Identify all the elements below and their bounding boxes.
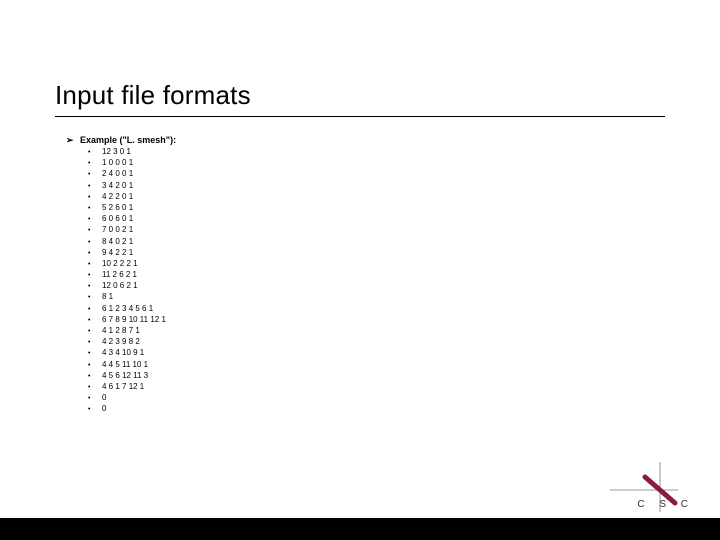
- dot-bullet-icon: •: [88, 326, 102, 337]
- data-line-text: 5 2 6 0 1: [102, 203, 133, 214]
- data-line: •12 3 0 1: [88, 147, 176, 158]
- data-line: •4 5 6 12 11 3: [88, 371, 176, 382]
- data-line: •0: [88, 393, 176, 404]
- dot-bullet-icon: •: [88, 158, 102, 169]
- data-lines: •12 3 0 1•1 0 0 0 1•2 4 0 0 1•3 4 2 0 1•…: [88, 147, 176, 416]
- data-line: •4 6 1 7 12 1: [88, 382, 176, 393]
- csc-logo-text: C S C: [637, 499, 694, 510]
- data-line: •4 1 2 8 7 1: [88, 326, 176, 337]
- arrow-bullet-icon: ➢: [66, 136, 80, 145]
- example-label: Example ("L. smesh"):: [80, 136, 176, 145]
- data-line-text: 9 4 2 2 1: [102, 248, 133, 259]
- dot-bullet-icon: •: [88, 382, 102, 393]
- dot-bullet-icon: •: [88, 337, 102, 348]
- data-line: •6 1 2 3 4 5 6 1: [88, 304, 176, 315]
- data-line-text: 4 4 5 11 10 1: [102, 360, 148, 371]
- data-line: •8 1: [88, 292, 176, 303]
- data-line: •11 2 6 2 1: [88, 270, 176, 281]
- data-line-text: 3 4 2 0 1: [102, 181, 133, 192]
- dot-bullet-icon: •: [88, 248, 102, 259]
- data-line-text: 2 4 0 0 1: [102, 169, 133, 180]
- dot-bullet-icon: •: [88, 147, 102, 158]
- footer-bar: [0, 518, 720, 540]
- dot-bullet-icon: •: [88, 393, 102, 404]
- data-line-text: 10 2 2 2 1: [102, 259, 138, 270]
- data-line-text: 8 1: [102, 292, 113, 303]
- data-line: •3 4 2 0 1: [88, 181, 176, 192]
- data-line-text: 6 1 2 3 4 5 6 1: [102, 304, 153, 315]
- data-line: •4 4 5 11 10 1: [88, 360, 176, 371]
- data-line: •6 0 6 0 1: [88, 214, 176, 225]
- dot-bullet-icon: •: [88, 270, 102, 281]
- dot-bullet-icon: •: [88, 214, 102, 225]
- data-line-text: 4 1 2 8 7 1: [102, 326, 140, 337]
- page-title: Input file formats: [55, 80, 251, 111]
- dot-bullet-icon: •: [88, 281, 102, 292]
- data-line-text: 4 3 4 10 9 1: [102, 348, 144, 359]
- data-line-text: 0: [102, 393, 106, 404]
- dot-bullet-icon: •: [88, 371, 102, 382]
- dot-bullet-icon: •: [88, 169, 102, 180]
- data-line: •2 4 0 0 1: [88, 169, 176, 180]
- data-line-text: 4 2 3 9 8 2: [102, 337, 140, 348]
- data-line: •10 2 2 2 1: [88, 259, 176, 270]
- data-line: •4 2 2 0 1: [88, 192, 176, 203]
- dot-bullet-icon: •: [88, 292, 102, 303]
- dot-bullet-icon: •: [88, 181, 102, 192]
- example-heading: ➢ Example ("L. smesh"):: [66, 136, 176, 145]
- data-line-text: 4 2 2 0 1: [102, 192, 133, 203]
- data-line-text: 7 0 0 2 1: [102, 225, 133, 236]
- dot-bullet-icon: •: [88, 315, 102, 326]
- data-line-text: 12 0 6 2 1: [102, 281, 138, 292]
- dot-bullet-icon: •: [88, 404, 102, 415]
- title-underline: [55, 116, 665, 117]
- dot-bullet-icon: •: [88, 259, 102, 270]
- dot-bullet-icon: •: [88, 304, 102, 315]
- data-line-text: 4 6 1 7 12 1: [102, 382, 144, 393]
- data-line: •8 4 0 2 1: [88, 237, 176, 248]
- data-line-text: 8 4 0 2 1: [102, 237, 133, 248]
- dot-bullet-icon: •: [88, 360, 102, 371]
- data-line: •4 2 3 9 8 2: [88, 337, 176, 348]
- data-line: •9 4 2 2 1: [88, 248, 176, 259]
- data-line-text: 11 2 6 2 1: [102, 270, 137, 281]
- dot-bullet-icon: •: [88, 237, 102, 248]
- slide: Input file formats ➢ Example ("L. smesh"…: [0, 0, 720, 540]
- data-line-text: 1 0 0 0 1: [102, 158, 133, 169]
- dot-bullet-icon: •: [88, 225, 102, 236]
- data-line: •7 0 0 2 1: [88, 225, 176, 236]
- data-line: •1 0 0 0 1: [88, 158, 176, 169]
- data-line: •5 2 6 0 1: [88, 203, 176, 214]
- data-line-text: 0: [102, 404, 106, 415]
- data-line: •6 7 8 9 10 11 12 1: [88, 315, 176, 326]
- data-line-text: 12 3 0 1: [102, 147, 131, 158]
- data-line: •4 3 4 10 9 1: [88, 348, 176, 359]
- data-line: •0: [88, 404, 176, 415]
- data-line: •12 0 6 2 1: [88, 281, 176, 292]
- dot-bullet-icon: •: [88, 203, 102, 214]
- data-line-text: 6 0 6 0 1: [102, 214, 133, 225]
- dot-bullet-icon: •: [88, 192, 102, 203]
- dot-bullet-icon: •: [88, 348, 102, 359]
- data-line-text: 4 5 6 12 11 3: [102, 371, 148, 382]
- content-block: ➢ Example ("L. smesh"): •12 3 0 1•1 0 0 …: [66, 136, 176, 416]
- data-line-text: 6 7 8 9 10 11 12 1: [102, 315, 166, 326]
